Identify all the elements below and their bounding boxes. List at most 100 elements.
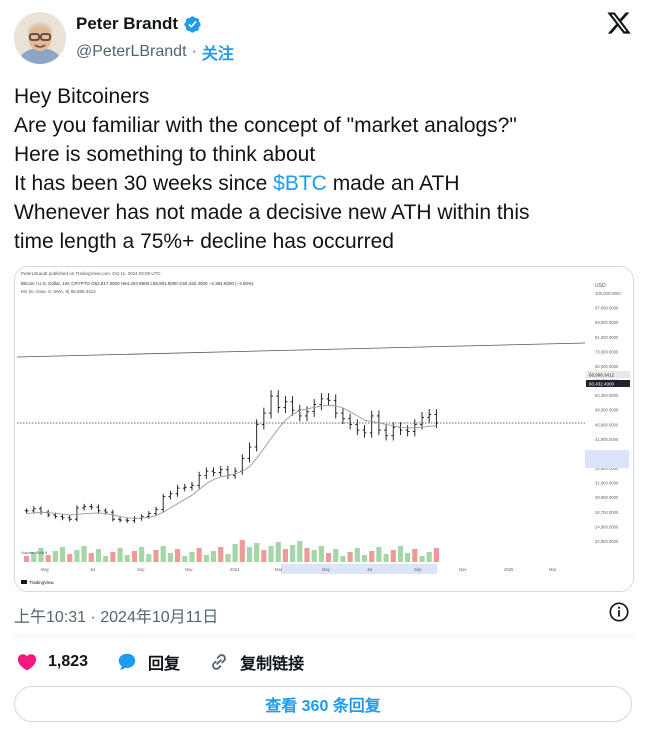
volume-bar — [103, 556, 109, 562]
tweet-line-4-end: made an ATH — [326, 172, 460, 195]
y-tick-label: 31,900.0000 — [595, 481, 619, 486]
tweet-line-4: It has been 30 weeks since $BTC made an … — [14, 169, 634, 198]
volume-bar — [88, 553, 94, 562]
tweet-line-5: Whenever has not made a decisive new ATH… — [14, 201, 530, 224]
link-icon — [212, 654, 226, 670]
view-replies-button[interactable]: 查看 360 条回复 — [14, 686, 632, 722]
copy-link-label: 复制链接 — [240, 656, 305, 673]
avatar-image — [14, 12, 66, 64]
volume-bar — [218, 547, 224, 562]
tweet-line-3: Here is something to think about — [14, 143, 316, 166]
cashtag-link[interactable]: $BTC — [273, 172, 327, 195]
volume-bar — [275, 542, 281, 562]
volume-bar — [369, 551, 375, 562]
y-tick-label: 81,000.0000 — [595, 335, 619, 340]
handle[interactable]: @PeterLBrandt — [76, 43, 187, 61]
y-tick-label: 41,900.0000 — [595, 437, 619, 442]
volume-label: Volume SMA 9 — [21, 550, 48, 555]
volume-bar — [167, 553, 173, 562]
chart-image[interactable]: PeterLBrandt published on TradingView.co… — [14, 266, 634, 592]
y-tick-label: 45,900.0000 — [595, 422, 619, 427]
volume-bar — [376, 547, 382, 562]
volume-bar — [397, 546, 404, 562]
volume-bar — [426, 552, 432, 562]
separator: · — [191, 43, 197, 60]
volume-bar — [124, 555, 130, 562]
volume-bar — [361, 555, 368, 562]
volume-bar — [261, 550, 267, 562]
volume-bar — [160, 546, 166, 562]
handle-row: @PeterLBrandt · 关注 — [76, 40, 234, 64]
x-tick-label: Nov — [185, 567, 193, 572]
volume-bar — [74, 550, 80, 562]
volume-bar — [203, 555, 209, 562]
like-button[interactable]: 1,823 — [16, 651, 88, 673]
volume-bar — [146, 554, 152, 562]
volume-bar — [419, 556, 425, 562]
y-tick-label: 24,900.0000 — [595, 524, 619, 529]
avatar[interactable] — [14, 12, 66, 64]
volume-bar — [225, 554, 231, 562]
y-tick-label: 29,900.0000 — [595, 495, 619, 500]
tweet-line-4-start: It has been 30 weeks since — [14, 172, 274, 195]
volume-bar — [282, 549, 289, 562]
volume-bar — [131, 551, 138, 562]
verified-badge-icon[interactable] — [183, 15, 202, 34]
y-range-highlight — [585, 450, 629, 468]
y-tick-label: 89,000.0000 — [595, 320, 619, 325]
volume-bar — [246, 547, 253, 562]
volume-bar — [318, 546, 324, 562]
x-tick-label: Mar — [549, 567, 557, 572]
follow-button[interactable]: 关注 — [202, 40, 234, 64]
volume-bar — [45, 555, 51, 562]
x-tick-label: Sep — [414, 567, 422, 572]
display-name[interactable]: Peter Brandt — [76, 14, 178, 34]
x-tick-label: Jul — [367, 567, 372, 572]
ma-tag: 68,998.3412 — [589, 373, 615, 378]
chart-symbol-line: Bitcoin / U.S. Dollar, 1W, CRYPTO O62,81… — [21, 281, 254, 286]
x-tick-label: May — [322, 567, 331, 572]
x-tick-label: 2025 — [504, 567, 514, 572]
volume-bar — [210, 551, 217, 562]
volume-bar — [347, 552, 353, 562]
volume-bar — [433, 548, 439, 562]
tweet-timestamp[interactable]: 上午10:31 · 2024年10月11日 — [14, 603, 218, 627]
volume-bar — [268, 546, 274, 562]
x-logo-icon[interactable] — [606, 10, 632, 36]
reply-bubble-icon — [118, 653, 136, 670]
y-tick-label: 65,000.0000 — [595, 364, 619, 369]
price-tag: 60,432.4000 — [589, 382, 615, 387]
tweet-text: Hey Bitcoiners Are you familiar with the… — [14, 82, 634, 256]
volume-bar — [254, 543, 260, 562]
chart-ma-line: MA (8, close, 0, SMA, 8) 68,998.3412 — [21, 289, 96, 294]
tradingview-text: TradingView — [29, 580, 55, 585]
chart-currency: USD — [595, 283, 606, 289]
volume-bar — [59, 547, 66, 562]
y-tick-label: 26,700.0000 — [595, 510, 619, 515]
price-chart: PeterLBrandt published on TradingView.co… — [15, 267, 633, 591]
x-tick-label: May — [41, 567, 50, 572]
x-tick-label: 2024 — [230, 567, 240, 572]
reply-button[interactable]: 回复 — [116, 650, 180, 674]
volume-bar — [52, 551, 58, 562]
volume-bar — [182, 556, 188, 562]
copy-link-button[interactable]: 复制链接 — [208, 650, 304, 674]
y-tick-label: 22,800.0000 — [595, 539, 619, 544]
volume-bar — [139, 547, 145, 562]
info-icon[interactable] — [608, 601, 630, 623]
chart-attribution: PeterLBrandt published on TradingView.co… — [21, 271, 161, 276]
volume-bar — [239, 540, 245, 562]
volume-bar — [174, 549, 181, 562]
volume-bar — [340, 556, 346, 562]
volume-bar — [390, 550, 396, 562]
volume-bar — [67, 554, 73, 562]
volume-bar — [232, 544, 238, 562]
name-row: Peter Brandt — [76, 14, 202, 34]
y-tick-label: 73,000.0000 — [595, 349, 619, 354]
volume-bar — [81, 546, 87, 562]
tweet-actions: 1,823 回复 复制链接 — [16, 648, 332, 676]
y-tick-label: 52,300.0000 — [595, 393, 619, 398]
volume-bar — [24, 556, 30, 562]
volume-bar — [333, 549, 339, 562]
tweet-line-6: time length a 75%+ decline has occurred — [14, 230, 394, 253]
